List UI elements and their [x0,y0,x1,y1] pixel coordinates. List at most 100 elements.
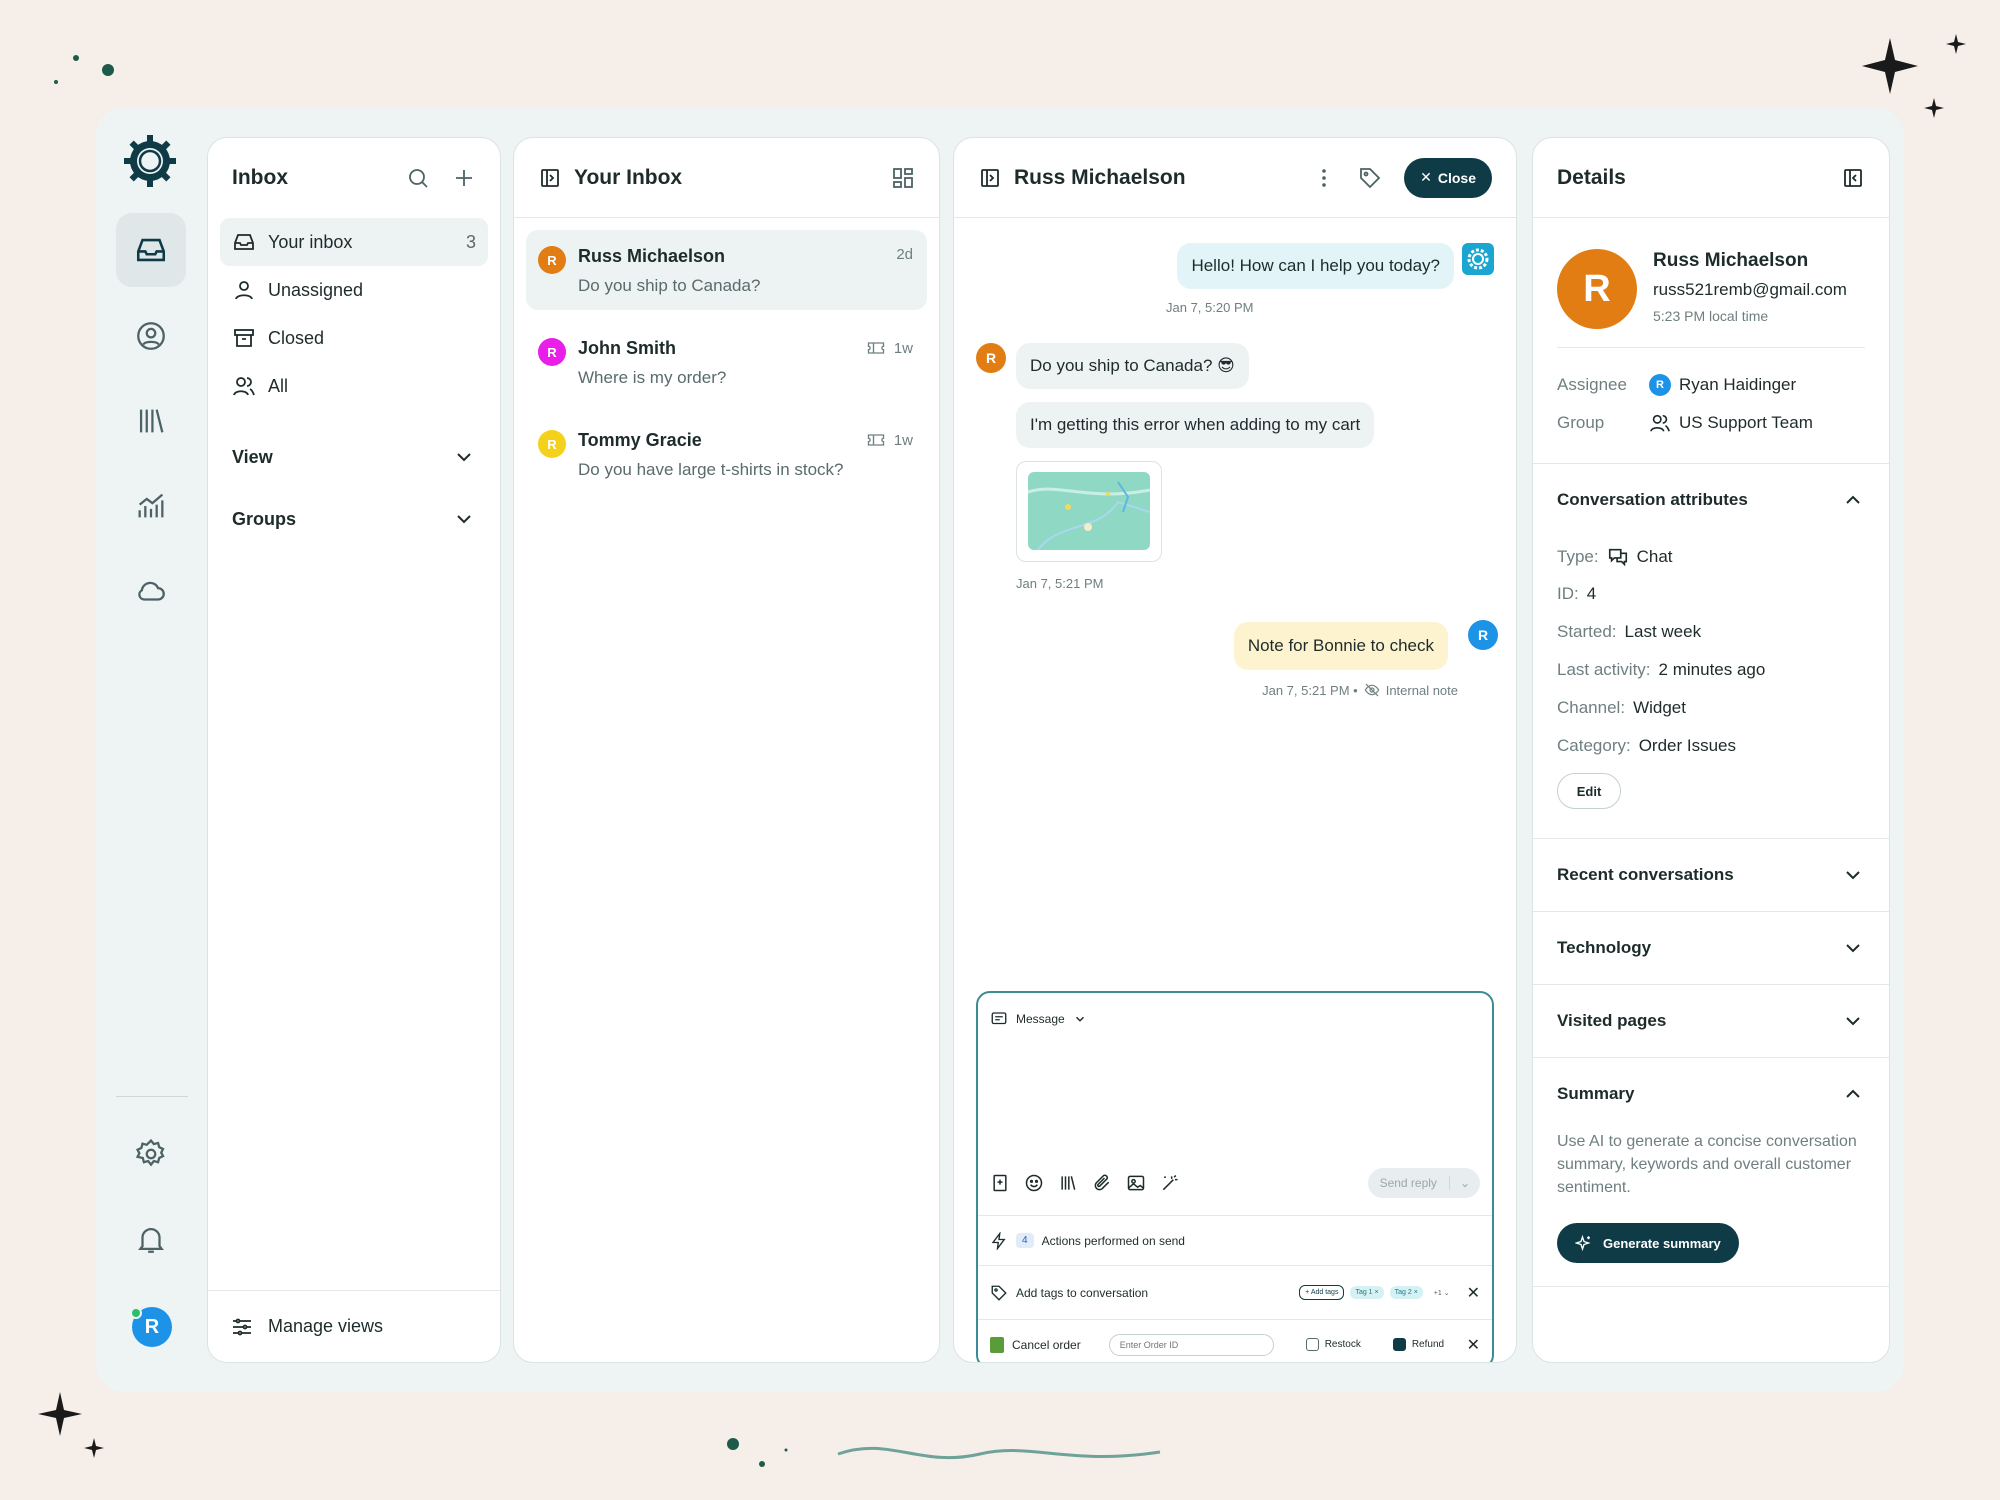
contact-avatar: R [538,338,566,366]
users-icon [232,374,256,398]
manage-views-label: Manage views [268,1316,384,1336]
rail-library-button[interactable] [116,384,186,458]
edit-attributes-button[interactable]: Edit [1557,773,1621,809]
order-id-input[interactable] [1108,1333,1274,1356]
visited-pages-header[interactable]: Visited pages [1533,984,1889,1056]
conversation-item[interactable]: R Russ Michaelson Do you ship to Canada?… [526,230,927,310]
summary-header[interactable]: Summary [1533,1057,1889,1129]
actions-on-send-row[interactable]: 4 Actions performed on send [978,1215,1492,1265]
tag-icon[interactable] [1358,166,1382,190]
cancel-order-label: Cancel order [1012,1337,1081,1352]
search-icon[interactable] [406,166,430,190]
chevron-down-icon [1841,863,1865,887]
refund-checkbox[interactable]: Refund [1392,1338,1444,1351]
section-title: Conversation attributes [1557,489,1748,509]
collapse-panel-icon[interactable] [1841,166,1865,190]
nav-item-your-inbox[interactable]: Your inbox 3 [220,218,488,266]
message-textarea[interactable] [990,1037,1480,1157]
attr-last-activity-row: Last activity: 2 minutes ago [1557,660,1765,680]
dots-decoration [54,55,114,84]
conversation-attributes-header[interactable]: Conversation attributes [1533,463,1889,535]
left-rail: R [96,107,206,1392]
details-title: Details [1557,165,1626,189]
view-section-label: View [232,446,273,467]
plus-icon[interactable] [452,166,476,190]
conversation-time: 1w [866,430,913,450]
library-icon[interactable] [1058,1173,1078,1193]
contact-name: Russ Michaelson [578,246,726,266]
nav-item-label: Unassigned [268,279,364,300]
user-circle-icon [137,322,165,350]
generate-summary-button[interactable]: Generate summary [1557,1223,1739,1263]
view-section-toggle[interactable]: View [208,426,500,488]
rail-cloud-button[interactable] [116,554,186,628]
tags-row: Add tags to conversation + Add tags Tag … [978,1265,1492,1319]
attr-value: 2 minutes ago [1658,660,1766,679]
close-conversation-button[interactable]: ✕ Close [1404,157,1492,198]
rail-notifications-button[interactable] [116,1202,186,1276]
nav-item-all[interactable]: All [220,362,488,410]
conversation-item[interactable]: R Tommy Gracie Do you have large t-shirt… [526,414,927,494]
add-tags-button[interactable]: + Add tags [1299,1285,1345,1300]
layout-grid-icon[interactable] [891,166,915,190]
rail-settings-button[interactable] [116,1117,186,1191]
rail-inbox-button[interactable] [116,213,186,287]
image-attachment[interactable] [1016,461,1162,562]
message-icon [990,1010,1008,1028]
manage-views-button[interactable]: Manage views [208,1290,500,1362]
close-icon[interactable]: ✕ [1467,1283,1480,1303]
restock-checkbox[interactable]: Restock [1305,1338,1361,1351]
groups-section-toggle[interactable]: Groups [208,488,500,550]
group-row[interactable]: Group US Support Team [1557,412,1813,434]
internal-note-bubble: Note for Bonnie to check [1233,622,1448,670]
conversation-time: 1w [866,338,913,358]
tag-chip[interactable]: Tag 2 × [1389,1286,1423,1299]
nav-item-unassigned[interactable]: Unassigned [220,266,488,314]
attr-started-row: Started: Last week [1557,622,1701,642]
rail-reports-button[interactable] [116,469,186,543]
group-label: Group [1557,413,1605,432]
tag-icon [990,1284,1008,1302]
more-vertical-icon[interactable] [1312,166,1336,190]
groups-section-label: Groups [232,508,297,529]
message-preview: Do you have large t-shirts in stock? [578,460,844,479]
contact-avatar: R [1557,249,1637,329]
paperclip-icon[interactable] [1092,1173,1112,1193]
details-panel: Details R Russ Michaelson russ521remb@gm… [1532,137,1890,1363]
magic-wand-icon[interactable] [1160,1173,1180,1193]
sidebar-toggle-icon[interactable] [978,166,1002,190]
technology-header[interactable]: Technology [1533,911,1889,983]
message-timestamp: Jan 7, 5:20 PM [1166,300,1254,315]
contact-email[interactable]: russ521remb@gmail.com [1653,280,1847,300]
inbox-icon [136,238,166,262]
more-tags-button[interactable]: +1 ⌄ [1429,1286,1455,1300]
chevron-down-icon[interactable]: ⌄ [1450,1176,1480,1190]
emoji-icon[interactable] [1024,1173,1044,1193]
nav-item-label: All [268,375,289,396]
bookmark-icon[interactable] [990,1173,1010,1193]
close-label: Close [1437,169,1476,186]
rail-contacts-button[interactable] [116,299,186,373]
attr-label: Started: [1557,622,1617,641]
conversation-list-title: Your Inbox [574,165,683,189]
recent-conversations-header[interactable]: Recent conversations [1533,838,1889,910]
nav-item-closed[interactable]: Closed [220,314,488,362]
conversation-item[interactable]: R John Smith Where is my order? 1w [526,322,927,402]
close-icon[interactable]: ✕ [1467,1335,1480,1355]
sidebar-toggle-icon[interactable] [538,166,562,190]
time-label: 2d [896,246,913,263]
customer-avatar: R [976,343,1006,373]
ticket-icon [866,430,886,450]
image-icon[interactable] [1126,1173,1146,1193]
details-header: Details [1533,138,1889,218]
user-avatar[interactable]: R [130,1307,172,1347]
send-reply-button[interactable]: Send reply ⌄ [1367,1168,1480,1198]
assignee-row[interactable]: Assignee R Ryan Haidinger [1557,374,1796,396]
tag-chip[interactable]: Tag 1 × [1350,1286,1384,1299]
rail-divider [116,1096,188,1097]
inbox-icon [232,230,256,254]
composer-mode-select[interactable]: Message [978,1005,1492,1033]
cloud-icon [138,581,165,601]
restock-label: Restock [1324,1339,1361,1350]
nav-item-count: 3 [465,231,476,252]
